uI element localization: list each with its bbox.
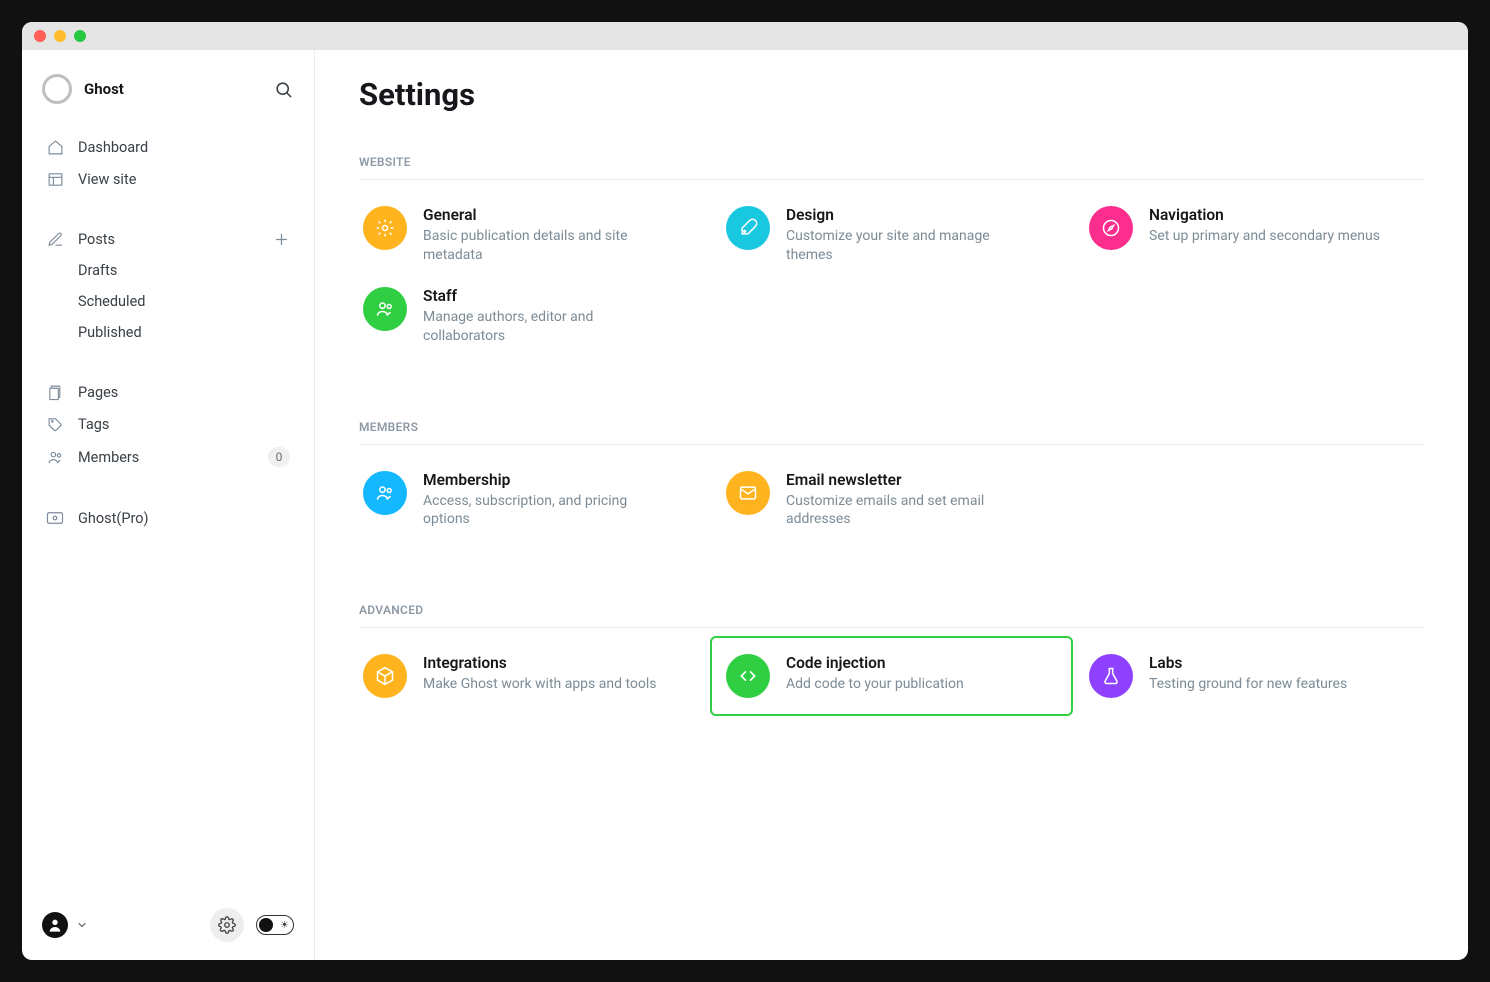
card-desc: Manage authors, editor and collaborators <box>423 308 673 346</box>
sidebar-item-drafts[interactable]: Drafts <box>42 256 294 285</box>
layout-icon <box>46 170 64 188</box>
sidebar-item-label: Scheduled <box>78 293 145 310</box>
brand[interactable]: Ghost <box>42 74 124 104</box>
section-label-advanced: ADVANCED <box>359 603 1424 628</box>
card-desc: Add code to your publication <box>786 675 964 694</box>
card-design[interactable]: Design Customize your site and manage th… <box>722 202 1061 269</box>
card-title: Labs <box>1149 654 1347 672</box>
sidebar-item-label: Pages <box>78 384 118 401</box>
code-icon <box>726 654 770 698</box>
card-title: Membership <box>423 471 673 489</box>
brand-name: Ghost <box>84 80 124 98</box>
sidebar-footer: ☀ <box>42 892 294 942</box>
section-label-members: MEMBERS <box>359 420 1424 445</box>
card-desc: Customize emails and set email addresses <box>786 492 1036 530</box>
section-members-cards: Membership Access, subscription, and pri… <box>359 467 1424 534</box>
section-advanced-cards: Integrations Make Ghost work with apps a… <box>359 650 1424 702</box>
members-icon <box>363 471 407 515</box>
card-title: Navigation <box>1149 206 1380 224</box>
chevron-down-icon <box>76 919 88 931</box>
billing-icon <box>46 509 64 527</box>
card-code-injection[interactable]: Code injection Add code to your publicat… <box>710 636 1073 716</box>
card-title: Code injection <box>786 654 964 672</box>
sidebar-item-label: Published <box>78 324 142 341</box>
card-membership[interactable]: Membership Access, subscription, and pri… <box>359 467 698 534</box>
flask-icon <box>1089 654 1133 698</box>
toggle-knob <box>259 918 273 932</box>
user-menu-button[interactable] <box>42 912 88 938</box>
section-website-cards: General Basic publication details and si… <box>359 202 1424 350</box>
card-desc: Make Ghost work with apps and tools <box>423 675 657 694</box>
edit-icon <box>46 230 64 248</box>
app-window: Ghost Dashboard View site <box>22 22 1468 960</box>
theme-toggle[interactable]: ☀ <box>256 915 294 935</box>
mail-icon <box>726 471 770 515</box>
home-icon <box>46 138 64 156</box>
content-area: Ghost Dashboard View site <box>22 50 1468 960</box>
gear-icon <box>363 206 407 250</box>
new-post-button[interactable] <box>273 231 290 248</box>
user-icon <box>47 917 63 933</box>
sidebar: Ghost Dashboard View site <box>22 50 315 960</box>
search-button[interactable] <box>272 78 294 100</box>
avatar <box>42 912 68 938</box>
sidebar-item-posts[interactable]: Posts <box>42 224 294 254</box>
card-labs[interactable]: Labs Testing ground for new features <box>1085 650 1424 702</box>
search-icon <box>274 80 293 99</box>
card-title: Staff <box>423 287 673 305</box>
mac-titlebar <box>22 22 1468 50</box>
card-desc: Basic publication details and site metad… <box>423 227 673 265</box>
sidebar-item-label: Members <box>78 449 139 466</box>
sidebar-item-ghost-pro[interactable]: Ghost(Pro) <box>42 503 294 533</box>
sidebar-item-scheduled[interactable]: Scheduled <box>42 287 294 316</box>
section-label-website: WEBSITE <box>359 155 1424 180</box>
sun-icon: ☀ <box>280 920 289 931</box>
compass-icon <box>1089 206 1133 250</box>
card-desc: Access, subscription, and pricing option… <box>423 492 673 530</box>
card-staff[interactable]: Staff Manage authors, editor and collabo… <box>359 283 698 350</box>
card-integrations[interactable]: Integrations Make Ghost work with apps a… <box>359 650 698 702</box>
window-minimize-button[interactable] <box>54 30 66 42</box>
sidebar-item-label: Tags <box>78 416 109 433</box>
card-desc: Set up primary and secondary menus <box>1149 227 1380 246</box>
sidebar-item-label: Drafts <box>78 262 117 279</box>
card-title: General <box>423 206 673 224</box>
card-title: Integrations <box>423 654 657 672</box>
sidebar-item-label: Dashboard <box>78 139 148 156</box>
sidebar-item-members[interactable]: Members 0 <box>42 441 294 473</box>
card-title: Design <box>786 206 1036 224</box>
members-count-badge: 0 <box>268 447 290 467</box>
settings-button[interactable] <box>210 908 244 942</box>
card-desc: Testing ground for new features <box>1149 675 1347 694</box>
window-zoom-button[interactable] <box>74 30 86 42</box>
tag-icon <box>46 415 64 433</box>
sidebar-item-dashboard[interactable]: Dashboard <box>42 132 294 162</box>
card-desc: Customize your site and manage themes <box>786 227 1036 265</box>
card-email-newsletter[interactable]: Email newsletter Customize emails and se… <box>722 467 1061 534</box>
sidebar-nav: Dashboard View site Pos <box>42 132 294 533</box>
gear-icon <box>218 916 236 934</box>
members-icon <box>46 448 64 466</box>
sidebar-header: Ghost <box>42 74 294 104</box>
sidebar-item-pages[interactable]: Pages <box>42 377 294 407</box>
pages-icon <box>46 383 64 401</box>
sidebar-item-label: Posts <box>78 231 115 248</box>
sidebar-item-view-site[interactable]: View site <box>42 164 294 194</box>
card-navigation[interactable]: Navigation Set up primary and secondary … <box>1085 202 1424 269</box>
window-close-button[interactable] <box>34 30 46 42</box>
brand-logo <box>42 74 72 104</box>
sidebar-item-label: View site <box>78 171 136 188</box>
page-title: Settings <box>359 76 1424 113</box>
sidebar-item-published[interactable]: Published <box>42 318 294 347</box>
sidebar-item-tags[interactable]: Tags <box>42 409 294 439</box>
people-icon <box>363 287 407 331</box>
card-title: Email newsletter <box>786 471 1036 489</box>
sidebar-item-label: Ghost(Pro) <box>78 510 149 527</box>
box-icon <box>363 654 407 698</box>
main-panel: Settings WEBSITE General Basic publicati… <box>315 50 1468 960</box>
card-general[interactable]: General Basic publication details and si… <box>359 202 698 269</box>
palette-icon <box>726 206 770 250</box>
plus-icon <box>273 231 290 248</box>
